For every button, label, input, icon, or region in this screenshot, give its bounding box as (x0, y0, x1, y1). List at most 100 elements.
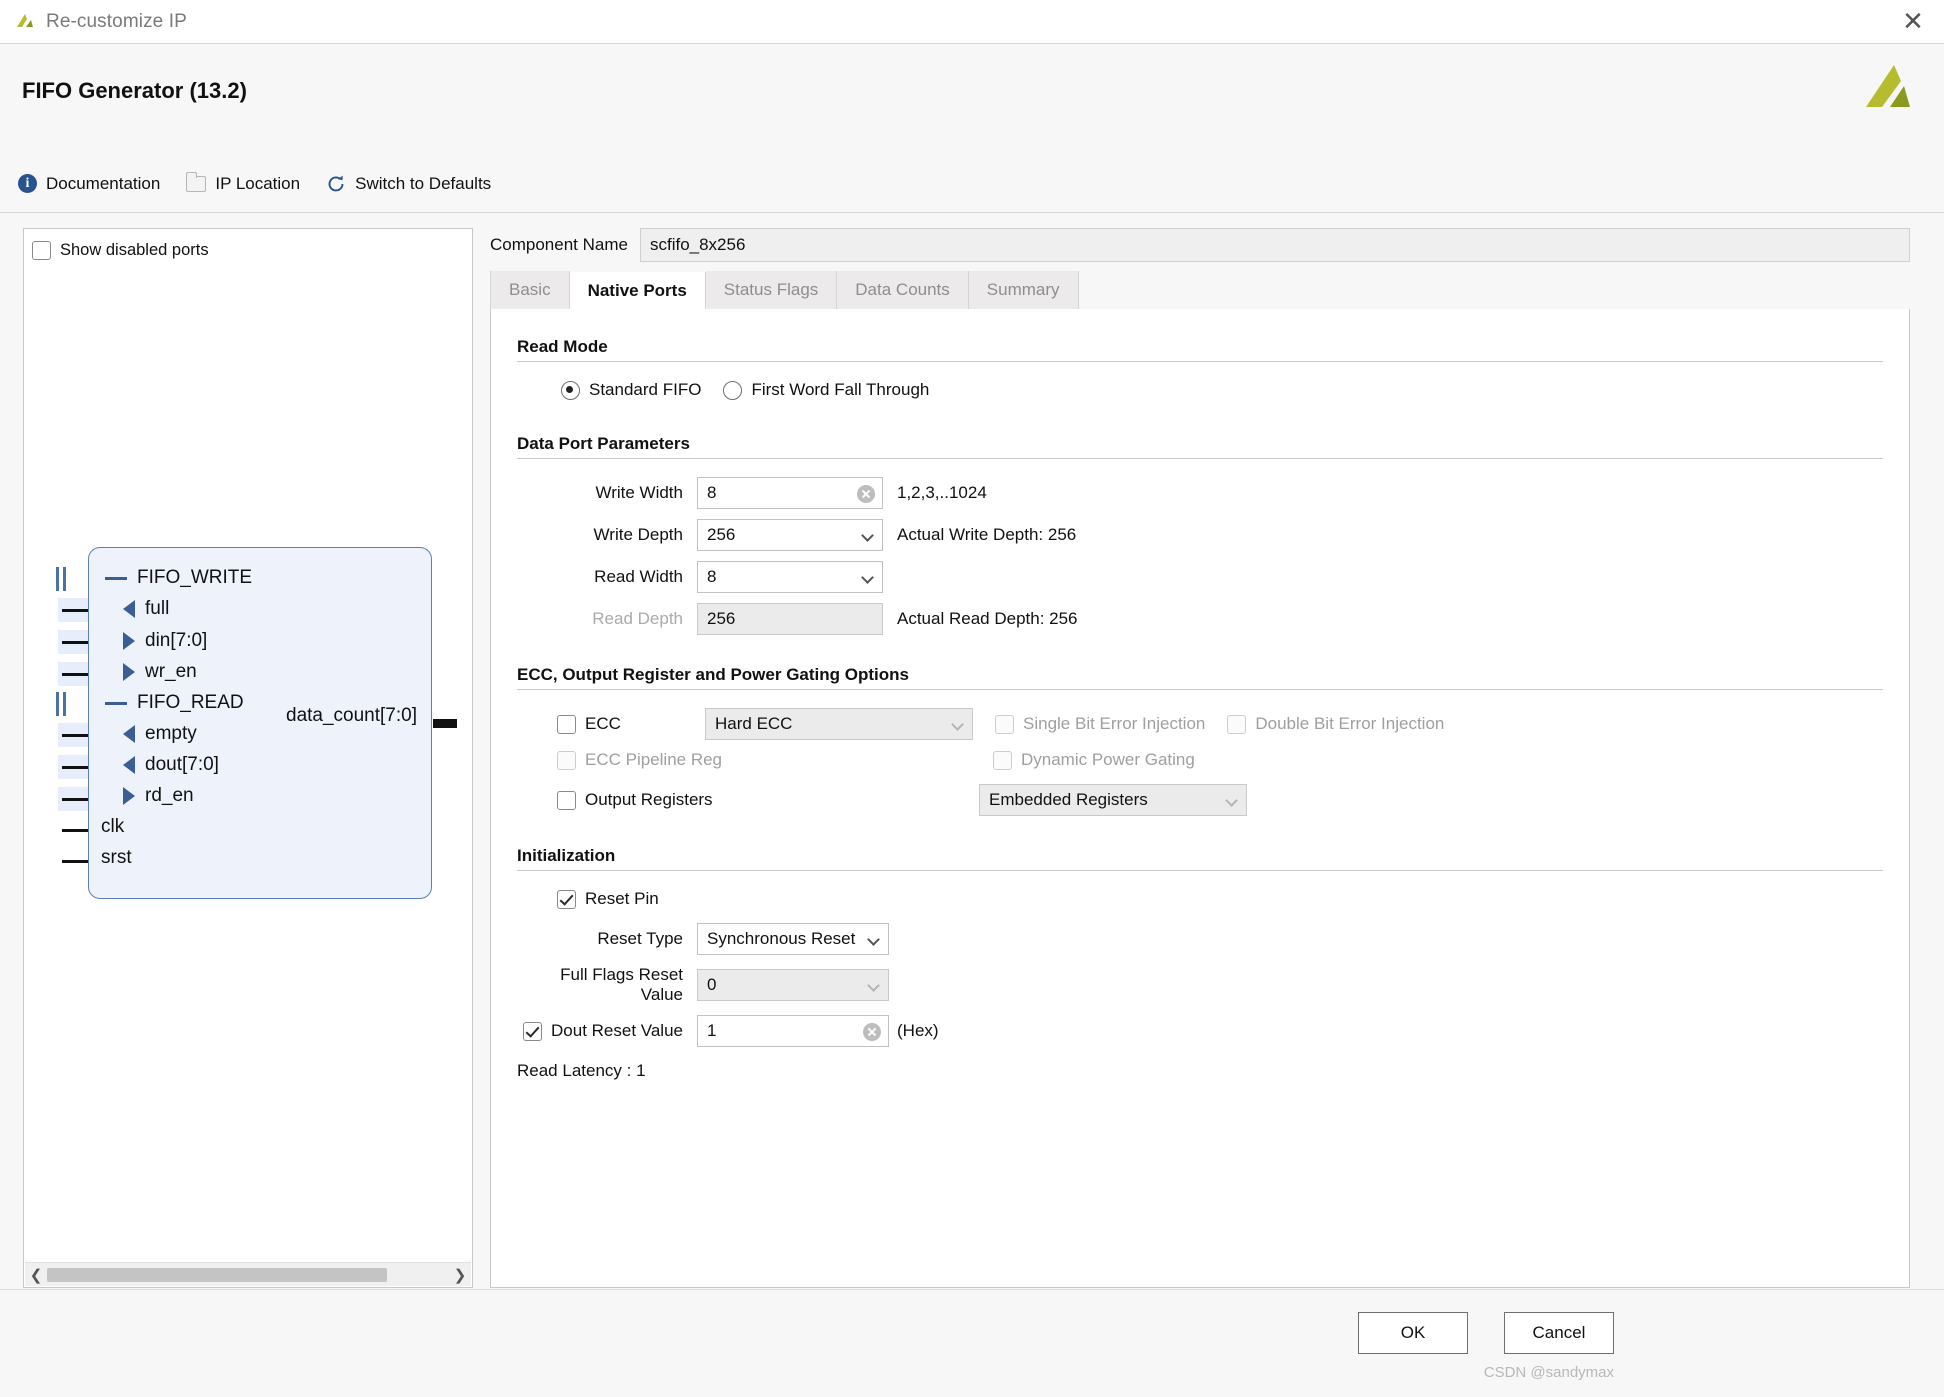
read-width-select[interactable]: 8 (697, 561, 883, 593)
reset-type-select[interactable]: Synchronous Reset (697, 923, 889, 955)
reset-pin-row[interactable]: Reset Pin (517, 889, 1883, 909)
xilinx-logo-icon (14, 11, 36, 33)
tab-native-ports[interactable]: Native Ports (569, 272, 706, 310)
port-label: full (145, 598, 170, 619)
chevron-left-icon[interactable]: ❮ (25, 1266, 47, 1284)
reset-pin-label: Reset Pin (585, 889, 659, 908)
double-bit-error-injection-checkbox (1227, 714, 1247, 734)
chevron-down-icon (1225, 794, 1238, 807)
reset-type-value: Synchronous Reset (707, 929, 856, 948)
write-depth-label: Write Depth (593, 525, 683, 544)
scrollbar-track[interactable] (47, 1267, 449, 1282)
port-stub-rd-en (62, 798, 88, 802)
tab-basic[interactable]: Basic (490, 271, 570, 309)
output-registers-checkbox-row[interactable]: Output Registers (517, 790, 713, 810)
radio-first-word-fall-through-label: First Word Fall Through (751, 380, 930, 399)
write-width-input[interactable]: 8 (697, 477, 883, 509)
chevron-down-icon (861, 571, 874, 584)
dout-reset-value-row: Dout Reset Value 1 (Hex) (517, 1015, 1883, 1047)
bus-stub-fifo-read (56, 692, 67, 716)
switch-to-defaults-link[interactable]: Switch to Defaults (326, 174, 491, 194)
read-width-value: 8 (707, 567, 717, 586)
port-stub-din (62, 641, 88, 645)
ok-button[interactable]: OK (1358, 1312, 1468, 1354)
read-mode-section: Read Mode Standard FIFO First Word Fall … (517, 337, 1883, 400)
info-icon: i (18, 174, 37, 193)
ecc-checkbox-row[interactable]: ECC (517, 714, 697, 734)
ip-location-link[interactable]: IP Location (185, 171, 301, 194)
chevron-down-icon (951, 718, 964, 731)
diagram-horizontal-scrollbar[interactable]: ❮ ❯ (25, 1262, 471, 1286)
write-depth-value: 256 (707, 525, 736, 544)
port-data-count-label: data_count[7:0] (286, 705, 417, 726)
footer: OK Cancel CSDN @sandymax (0, 1289, 1944, 1397)
close-icon[interactable]: ✕ (1900, 9, 1926, 36)
port-label: rd_en (145, 785, 194, 806)
port-stub-full (62, 609, 88, 613)
read-depth-value: 256 (707, 609, 736, 628)
dout-reset-value-input[interactable]: 1 (697, 1015, 889, 1047)
write-depth-row: Write Depth 256 Actual Write Depth: 256 (517, 519, 1883, 551)
section-divider (517, 361, 1883, 362)
ecc-pipeline-reg-checkbox (557, 750, 576, 770)
bus-dash-icon (105, 576, 127, 580)
dynamic-power-gating-row: Dynamic Power Gating (993, 750, 1195, 770)
show-disabled-ports-checkbox[interactable] (32, 241, 51, 260)
dout-reset-value-label: Dout Reset Value (551, 1021, 683, 1040)
refresh-icon (326, 174, 346, 194)
radio-first-word-fall-through[interactable] (723, 380, 743, 400)
bus-dash-icon (105, 701, 127, 705)
double-bit-error-injection-row: Double Bit Error Injection (1227, 714, 1444, 734)
component-name-input[interactable]: scfifo_8x256 (639, 228, 1910, 262)
write-width-label: Write Width (595, 483, 683, 502)
documentation-link[interactable]: i Documentation (18, 174, 160, 194)
chevron-right-icon[interactable]: ❯ (449, 1266, 471, 1284)
write-depth-select[interactable]: 256 (697, 519, 883, 551)
show-disabled-ports-row[interactable]: Show disabled ports (32, 241, 209, 260)
tab-status-flags[interactable]: Status Flags (705, 271, 838, 309)
read-width-row: Read Width 8 (517, 561, 1883, 593)
write-width-row: Write Width 8 1,2,3,..1024 (517, 477, 1883, 509)
ecc-pipeline-power-gating-row: ECC Pipeline Reg Dynamic Power Gating (517, 750, 1883, 770)
port-label: FIFO_READ (137, 692, 244, 713)
output-registers-mode-value: Embedded Registers (989, 790, 1148, 809)
output-registers-checkbox[interactable] (557, 790, 576, 810)
clear-icon[interactable] (857, 485, 875, 503)
data-port-parameters-section: Data Port Parameters Write Width 8 1,2,3… (517, 434, 1883, 635)
double-bit-error-injection-label: Double Bit Error Injection (1255, 714, 1445, 733)
chevron-down-icon (867, 979, 880, 992)
native-ports-panel: Read Mode Standard FIFO First Word Fall … (490, 309, 1910, 1288)
output-registers-row: Output Registers Embedded Registers (517, 784, 1883, 816)
watermark-text: CSDN @sandymax (1483, 1364, 1614, 1381)
read-depth-row: Read Depth 256 Actual Read Depth: 256 (517, 603, 1883, 635)
full-flags-reset-value-select: 0 (697, 969, 889, 1001)
single-bit-error-injection-label: Single Bit Error Injection (1023, 714, 1206, 733)
port-fifo-write: FIFO_WRITE (105, 563, 252, 593)
full-flags-reset-value-label: Full Flags Reset Value (560, 965, 683, 1004)
ecc-checkbox[interactable] (557, 714, 576, 734)
tab-data-counts[interactable]: Data Counts (837, 271, 969, 309)
port-label: din[7:0] (145, 630, 208, 651)
port-wr-en: wr_en (123, 657, 197, 687)
port-label: srst (101, 847, 132, 868)
ip-location-label: IP Location (215, 173, 301, 193)
clear-icon[interactable] (863, 1023, 881, 1041)
scrollbar-thumb[interactable] (47, 1267, 387, 1282)
radio-standard-fifo[interactable] (561, 380, 580, 400)
dout-reset-value-checkbox-row[interactable]: Dout Reset Value (517, 1021, 697, 1041)
tab-summary[interactable]: Summary (968, 271, 1079, 309)
arrow-left-icon (123, 600, 135, 618)
reset-type-label: Reset Type (597, 929, 683, 948)
reset-pin-checkbox[interactable] (557, 889, 576, 909)
folder-icon (185, 171, 207, 192)
arrow-left-icon (123, 725, 135, 743)
ecc-section-title: ECC, Output Register and Power Gating Op… (517, 665, 909, 684)
port-stub-clk (62, 829, 88, 833)
dout-reset-value-checkbox[interactable] (523, 1021, 543, 1041)
port-stub-srst (62, 860, 88, 864)
tab-strip: Basic Native Ports Status Flags Data Cou… (490, 271, 1910, 310)
cancel-button[interactable]: Cancel (1504, 1312, 1614, 1354)
write-depth-hint: Actual Write Depth: 256 (897, 525, 1077, 544)
port-label: empty (145, 723, 197, 744)
page-title: FIFO Generator (13.2) (22, 78, 247, 103)
